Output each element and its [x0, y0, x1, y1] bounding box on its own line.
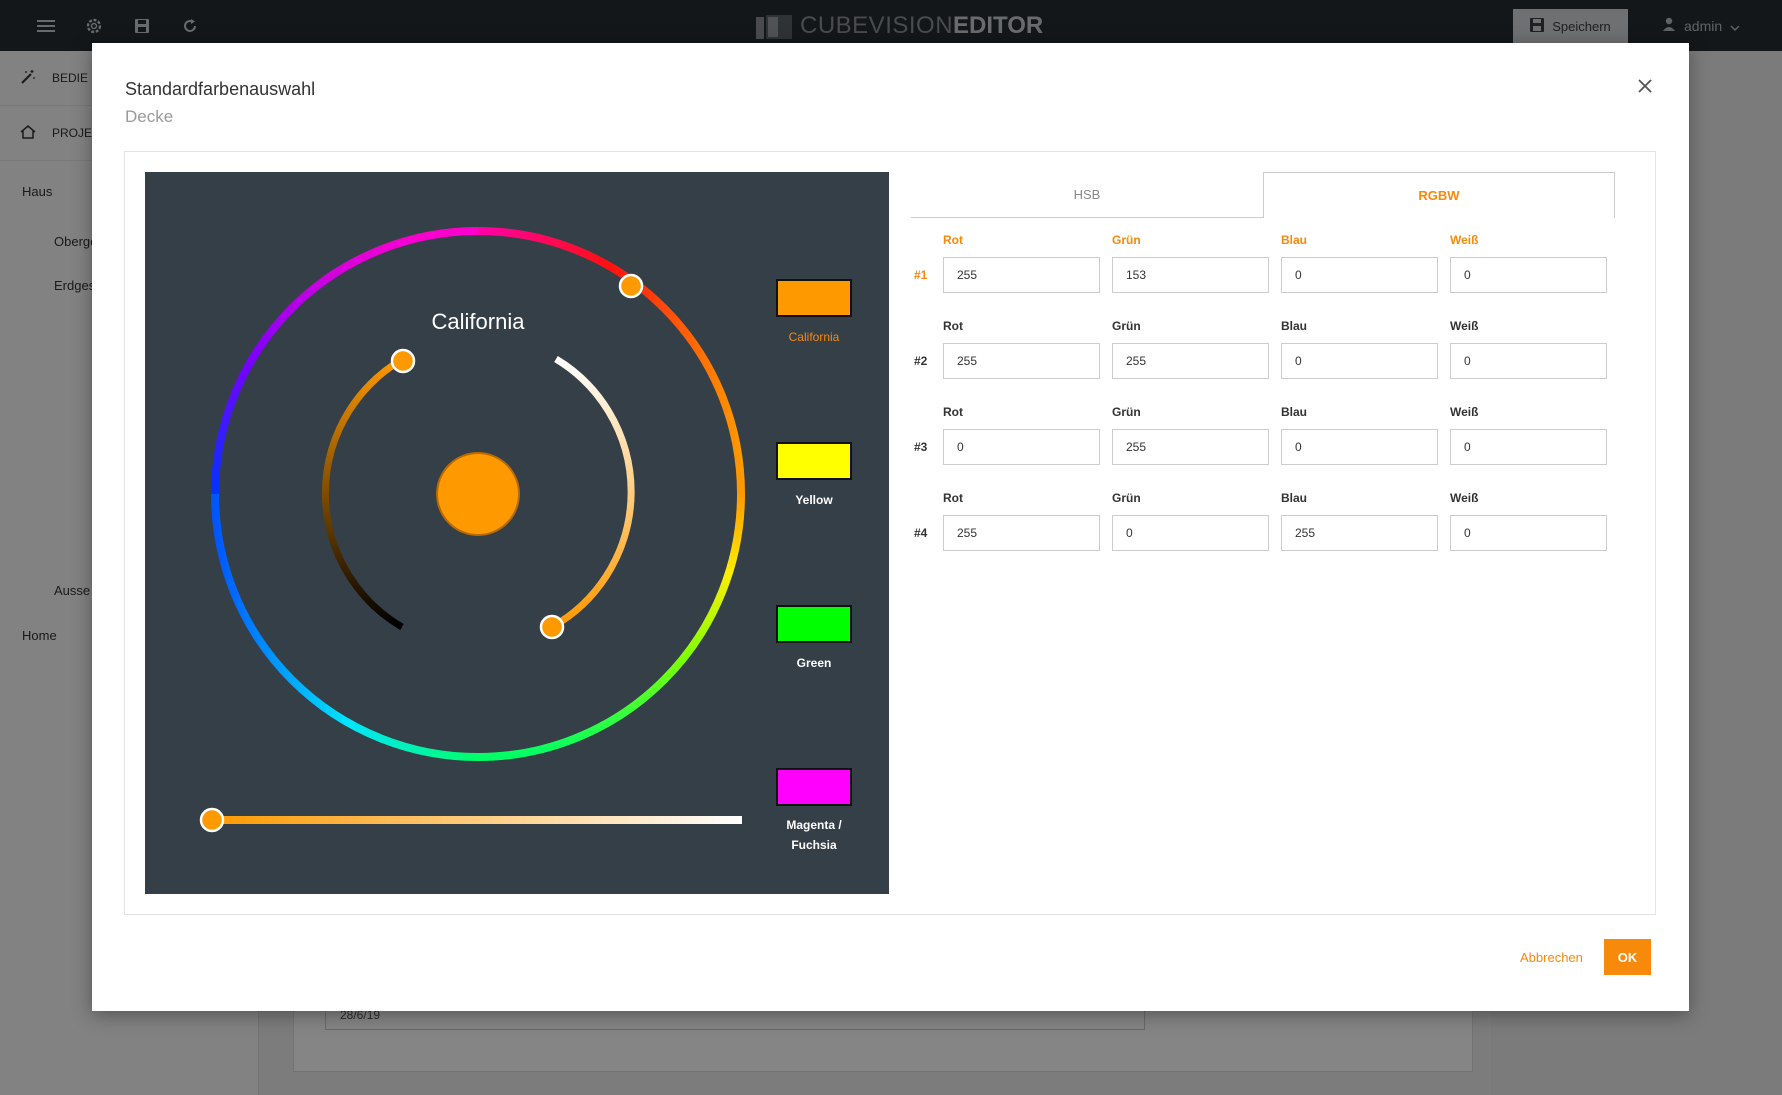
gruen-input[interactable]: 255 [1112, 429, 1269, 465]
field-label: Weiß [1450, 405, 1479, 419]
rot-input[interactable]: 255 [943, 343, 1100, 379]
rgbw-row-3: #3 Rot 0 Grün 255 Blau 0 Weiß 0 [911, 404, 1631, 490]
rgbw-row-4: #4 Rot 255 Grün 0 Blau 255 Weiß 0 [911, 490, 1631, 576]
preset-label-green: Green [797, 656, 832, 670]
ok-button[interactable]: OK [1604, 939, 1651, 975]
field-blau: Blau 0 [1281, 232, 1438, 293]
blau-input[interactable]: 255 [1281, 515, 1438, 551]
field-label: Rot [943, 491, 963, 505]
color-wheel-svg: California California Yellow Green Magen… [199, 227, 852, 852]
field-gruen: Grün 0 [1112, 490, 1269, 551]
tab-hsb[interactable]: HSB [911, 172, 1263, 218]
field-weiss: Weiß 0 [1450, 318, 1607, 379]
field-label: Rot [943, 319, 963, 333]
tab-rgbw[interactable]: RGBW [1263, 172, 1615, 218]
field-blau: Blau 0 [1281, 318, 1438, 379]
field-weiss: Weiß 0 [1450, 490, 1607, 551]
row-index-label: #2 [914, 354, 928, 368]
field-weiss: Weiß 0 [1450, 404, 1607, 465]
field-rot: Rot 255 [943, 232, 1100, 293]
dialog-title: Standardfarbenauswahl [125, 79, 316, 99]
gruen-input[interactable]: 0 [1112, 515, 1269, 551]
brightness-handle[interactable] [390, 348, 416, 374]
row-index-label: #3 [914, 440, 928, 454]
blau-input[interactable]: 0 [1281, 257, 1438, 293]
white-slider-handle[interactable] [199, 807, 225, 833]
blau-input[interactable]: 0 [1281, 343, 1438, 379]
rgbw-row-1: #1 Rot 255 Grün 153 Blau 0 Weiß 0 [911, 232, 1631, 318]
field-rot: Rot 255 [943, 490, 1100, 551]
field-label: Rot [943, 405, 963, 419]
color-dialog: Standardfarbenauswahl Decke California C… [92, 43, 1689, 1011]
preset-swatch-yellow[interactable] [776, 442, 852, 480]
preset-swatch-california[interactable] [776, 279, 852, 317]
gruen-input[interactable]: 153 [1112, 257, 1269, 293]
row-index-label: #4 [914, 526, 928, 540]
current-color-name: California [432, 309, 526, 334]
field-label: Blau [1281, 319, 1308, 333]
preset-swatch-green[interactable] [776, 605, 852, 643]
preset-label-yellow: Yellow [795, 493, 833, 507]
rot-input[interactable]: 0 [943, 429, 1100, 465]
field-gruen: Grün 255 [1112, 404, 1269, 465]
color-wheel-panel: California California Yellow Green Magen… [145, 172, 889, 894]
field-label: Grün [1112, 491, 1141, 505]
cancel-button[interactable]: Abbrechen [1520, 950, 1583, 965]
field-rot: Rot 0 [943, 404, 1100, 465]
field-rot: Rot 255 [943, 318, 1100, 379]
weiss-input[interactable]: 0 [1450, 515, 1607, 551]
field-label: Grün [1112, 405, 1141, 419]
field-label: Grün [1112, 233, 1141, 247]
rot-input[interactable]: 255 [943, 257, 1100, 293]
field-gruen: Grün 255 [1112, 318, 1269, 379]
field-label: Blau [1281, 233, 1308, 247]
field-label: Rot [943, 233, 963, 247]
rot-input[interactable]: 255 [943, 515, 1100, 551]
field-weiss: Weiß 0 [1450, 232, 1607, 293]
field-label: Weiß [1450, 233, 1479, 247]
weiss-input[interactable]: 0 [1450, 429, 1607, 465]
field-blau: Blau 0 [1281, 404, 1438, 465]
field-blau: Blau 255 [1281, 490, 1438, 551]
weiss-input[interactable]: 0 [1450, 257, 1607, 293]
brightness-arc[interactable] [321, 355, 405, 631]
saturation-handle[interactable] [539, 614, 565, 640]
field-label: Grün [1112, 319, 1141, 333]
saturation-arc[interactable] [550, 356, 635, 631]
blau-input[interactable]: 0 [1281, 429, 1438, 465]
field-label: Weiß [1450, 319, 1479, 333]
gruen-input[interactable]: 255 [1112, 343, 1269, 379]
preset-label-california: California [789, 330, 840, 344]
preset-label-magenta-line2: Fuchsia [791, 838, 837, 852]
mode-tabs: HSB RGBW [911, 172, 1617, 219]
weiss-input[interactable]: 0 [1450, 343, 1607, 379]
dialog-subtitle: Decke [125, 107, 174, 126]
row-index-label: #1 [914, 268, 928, 282]
hue-handle[interactable] [618, 273, 644, 299]
close-icon[interactable] [1634, 75, 1656, 97]
field-label: Blau [1281, 491, 1308, 505]
preset-label-magenta-line1: Magenta / [786, 818, 842, 832]
rgbw-row-2: #2 Rot 255 Grün 255 Blau 0 Weiß 0 [911, 318, 1631, 404]
white-slider-track[interactable] [212, 816, 742, 824]
field-label: Weiß [1450, 491, 1479, 505]
current-color-swatch [436, 452, 520, 536]
dialog-body: California California Yellow Green Magen… [124, 151, 1656, 915]
field-gruen: Grün 153 [1112, 232, 1269, 293]
field-label: Blau [1281, 405, 1308, 419]
preset-swatch-magenta[interactable] [776, 768, 852, 806]
